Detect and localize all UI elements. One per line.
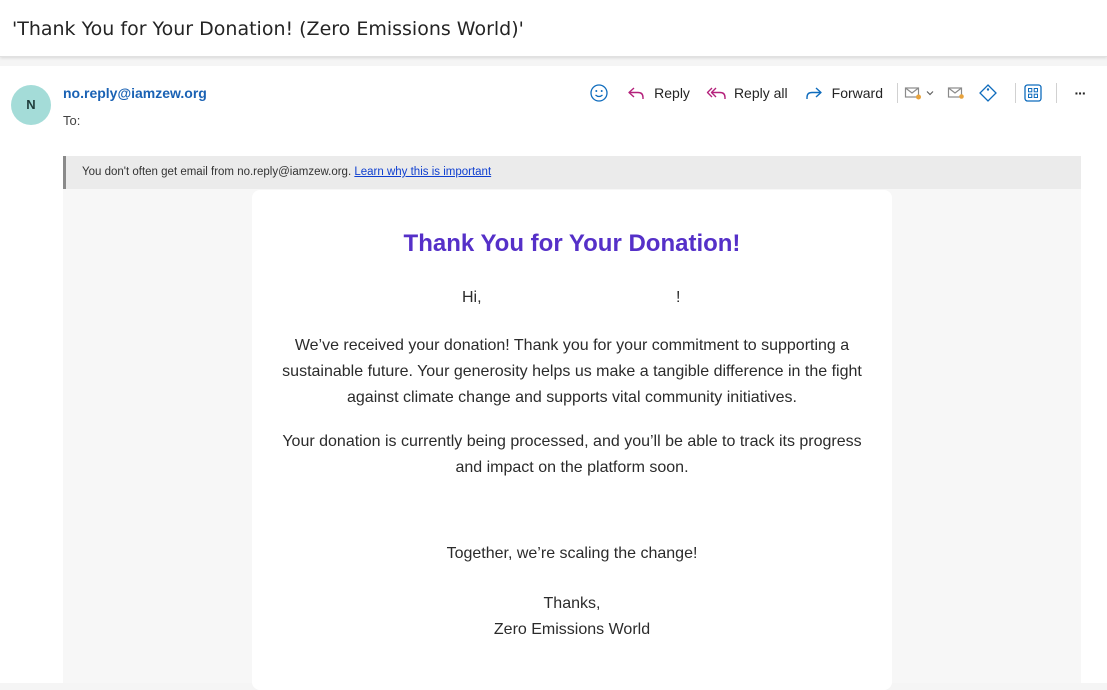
- forward-label: Forward: [831, 85, 883, 101]
- apps-button[interactable]: [1022, 82, 1044, 104]
- forward-icon: [805, 87, 822, 99]
- tag-icon: [979, 84, 997, 102]
- apps-grid-icon: [1024, 84, 1042, 102]
- message-body: Thank You for Your Donation! Hi, ! We’ve…: [63, 189, 1081, 690]
- message-heading: Thank You for Your Donation!: [403, 230, 741, 257]
- reply-icon: [628, 87, 644, 99]
- sender-address[interactable]: no.reply@iamzew.org: [63, 85, 207, 101]
- subject-bar: 'Thank You for Your Donation! (Zero Emis…: [0, 0, 1107, 57]
- chevron-down-icon: [926, 91, 934, 96]
- paragraph-processing: Your donation is currently being process…: [282, 433, 862, 476]
- tag-button[interactable]: [977, 82, 999, 104]
- reply-label: Reply: [654, 85, 690, 101]
- message-toolbar: Reply Reply all Forward ···: [588, 82, 1091, 104]
- signoff: Thanks,: [543, 595, 601, 612]
- sender-avatar[interactable]: N: [11, 85, 51, 125]
- external-sender-notice: You don't often get email from no.reply@…: [63, 156, 1081, 189]
- toolbar-divider: [1056, 83, 1057, 103]
- envelope-icon: [947, 87, 964, 99]
- signature-block: Thanks, Zero Emissions World: [252, 591, 892, 643]
- emoji-reaction-button[interactable]: [588, 82, 610, 104]
- greeting-text: Hi,: [462, 289, 482, 306]
- notice-text: You don't often get email from no.reply@…: [82, 166, 352, 178]
- closing-line: Together, we’re scaling the change!: [446, 545, 698, 562]
- reply-all-icon: [706, 87, 726, 99]
- email-card: Thank You for Your Donation! Hi, ! We’ve…: [252, 190, 892, 690]
- greeting-end: !: [676, 289, 681, 306]
- email-subject: 'Thank You for Your Donation! (Zero Emis…: [12, 18, 524, 40]
- paragraph-donation-received: We’ve received your donation! Thank you …: [282, 337, 862, 406]
- mark-unread-button[interactable]: [945, 82, 967, 104]
- quick-steps-button[interactable]: [904, 85, 935, 101]
- reply-button[interactable]: Reply: [626, 83, 690, 103]
- toolbar-divider: [897, 83, 898, 103]
- learn-why-link[interactable]: Learn why this is important: [354, 166, 491, 178]
- reply-all-label: Reply all: [733, 85, 788, 101]
- mail-flag-icon: [904, 87, 921, 100]
- smiley-icon: [590, 84, 608, 102]
- more-icon: ···: [1074, 85, 1087, 101]
- forward-button[interactable]: Forward: [804, 83, 883, 103]
- reading-pane: N no.reply@iamzew.org To: Reply Reply al…: [0, 66, 1107, 690]
- toolbar-divider: [1015, 83, 1016, 103]
- more-actions-button[interactable]: ···: [1069, 82, 1091, 104]
- to-label: To:: [63, 113, 81, 128]
- reply-all-button[interactable]: Reply all: [706, 83, 788, 103]
- signature-name: Zero Emissions World: [493, 621, 651, 638]
